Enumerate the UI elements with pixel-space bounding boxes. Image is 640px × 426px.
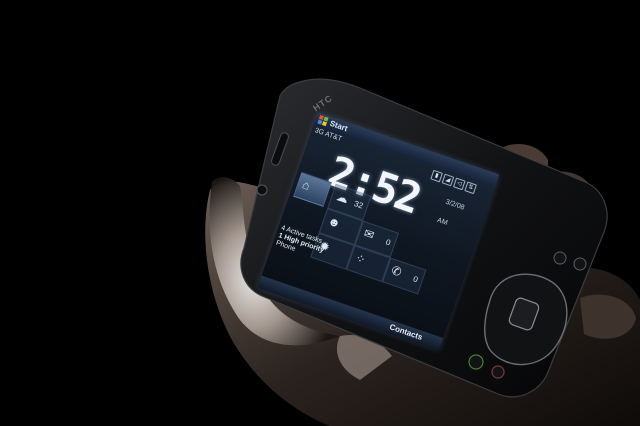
weather-count: 32 [352,199,365,211]
windows-button[interactable] [553,251,567,265]
home-icon: ⌂ [300,177,312,193]
messages-count: 0 [384,237,392,248]
call-button[interactable] [468,354,484,370]
date-label: 3/2/08 [444,198,466,212]
phone-icon: ✆ [389,262,404,280]
clock-ampm: AM [436,216,449,227]
battery-icon: ▮ [430,169,443,183]
end-button[interactable] [491,365,505,379]
windows-logo-icon[interactable] [317,114,329,127]
front-camera [256,184,268,196]
tile-calls[interactable]: ✆ 0 [382,257,427,295]
ok-button[interactable] [573,257,587,271]
weather-icon: ☁ [334,189,351,207]
missed-calls-count: 0 [412,274,420,285]
person-icon: ☻ [326,213,343,231]
message-icon: ✉ [361,226,377,243]
signal-icon: ◢ [441,173,455,187]
connection-icon: ⇅ [464,181,477,195]
volume-icon: ◁ [452,177,466,191]
